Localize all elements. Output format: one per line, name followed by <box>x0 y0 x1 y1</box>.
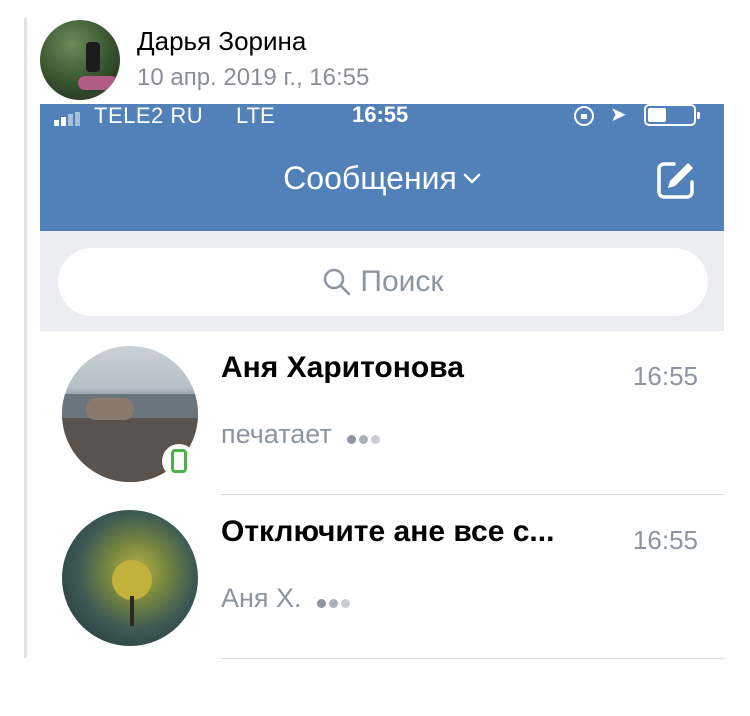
typing-indicator-icon <box>347 420 383 451</box>
search-icon <box>324 268 351 296</box>
post-date[interactable]: 10 апр. 2019 г., 16:55 <box>137 64 369 92</box>
dialog-name: Аня Харитонова <box>221 351 464 384</box>
dialog-name: Отключите ане все с... <box>221 515 555 548</box>
compose-icon <box>657 162 694 199</box>
dialog-preview-text: Аня Х. <box>221 583 302 613</box>
dialog-list: Аня Харитонова 16:55 печатает Отключите … <box>40 331 724 660</box>
dialog-preview: печатает <box>221 419 383 451</box>
network-type: LTE <box>236 104 275 128</box>
dialog-item[interactable]: Отключите ане все с... 16:55 Аня Х. <box>40 495 724 658</box>
dialog-avatar <box>62 510 198 646</box>
compose-button[interactable] <box>654 158 698 202</box>
signal-icon <box>54 112 88 126</box>
battery-icon <box>644 104 700 126</box>
location-icon: ➤ <box>610 104 627 126</box>
dialog-preview: Аня Х. <box>221 583 353 615</box>
header-title-label: Сообщения <box>283 160 457 196</box>
author-avatar[interactable] <box>40 20 120 100</box>
search-bar: Поиск <box>40 231 724 331</box>
dialog-item[interactable]: Аня Харитонова 16:55 печатает <box>40 331 724 494</box>
status-icons: ➤ <box>574 104 714 128</box>
search-input[interactable]: Поиск <box>58 248 708 316</box>
dialog-time: 16:55 <box>632 525 698 555</box>
status-time: 16:55 <box>352 104 409 127</box>
post-author-name[interactable]: Дарья Зорина <box>137 26 306 57</box>
chevron-down-icon <box>463 165 481 191</box>
dialog-preview-text: печатает <box>221 419 332 449</box>
avatar-detail <box>78 76 118 90</box>
avatar-figure <box>86 42 100 72</box>
post-header: Дарья Зорина 10 апр. 2019 г., 16:55 <box>40 20 730 100</box>
typing-indicator-icon <box>317 584 353 615</box>
status-bar: TELE2 RU LTE 16:55 ➤ <box>40 104 724 132</box>
app-header: TELE2 RU LTE 16:55 ➤ Сообщения <box>40 104 724 231</box>
online-mobile-icon <box>162 444 196 478</box>
search-placeholder: Поиск <box>360 265 444 298</box>
carrier-name: TELE2 RU <box>94 104 204 128</box>
dialog-time: 16:55 <box>632 361 698 391</box>
quote-bar <box>24 18 27 658</box>
screenshot-attachment[interactable]: TELE2 RU LTE 16:55 ➤ Сообщения Поиск Аня… <box>40 104 724 660</box>
dialog-divider <box>221 658 724 659</box>
lock-rotation-icon <box>574 106 594 126</box>
header-title[interactable]: Сообщения <box>40 160 724 197</box>
